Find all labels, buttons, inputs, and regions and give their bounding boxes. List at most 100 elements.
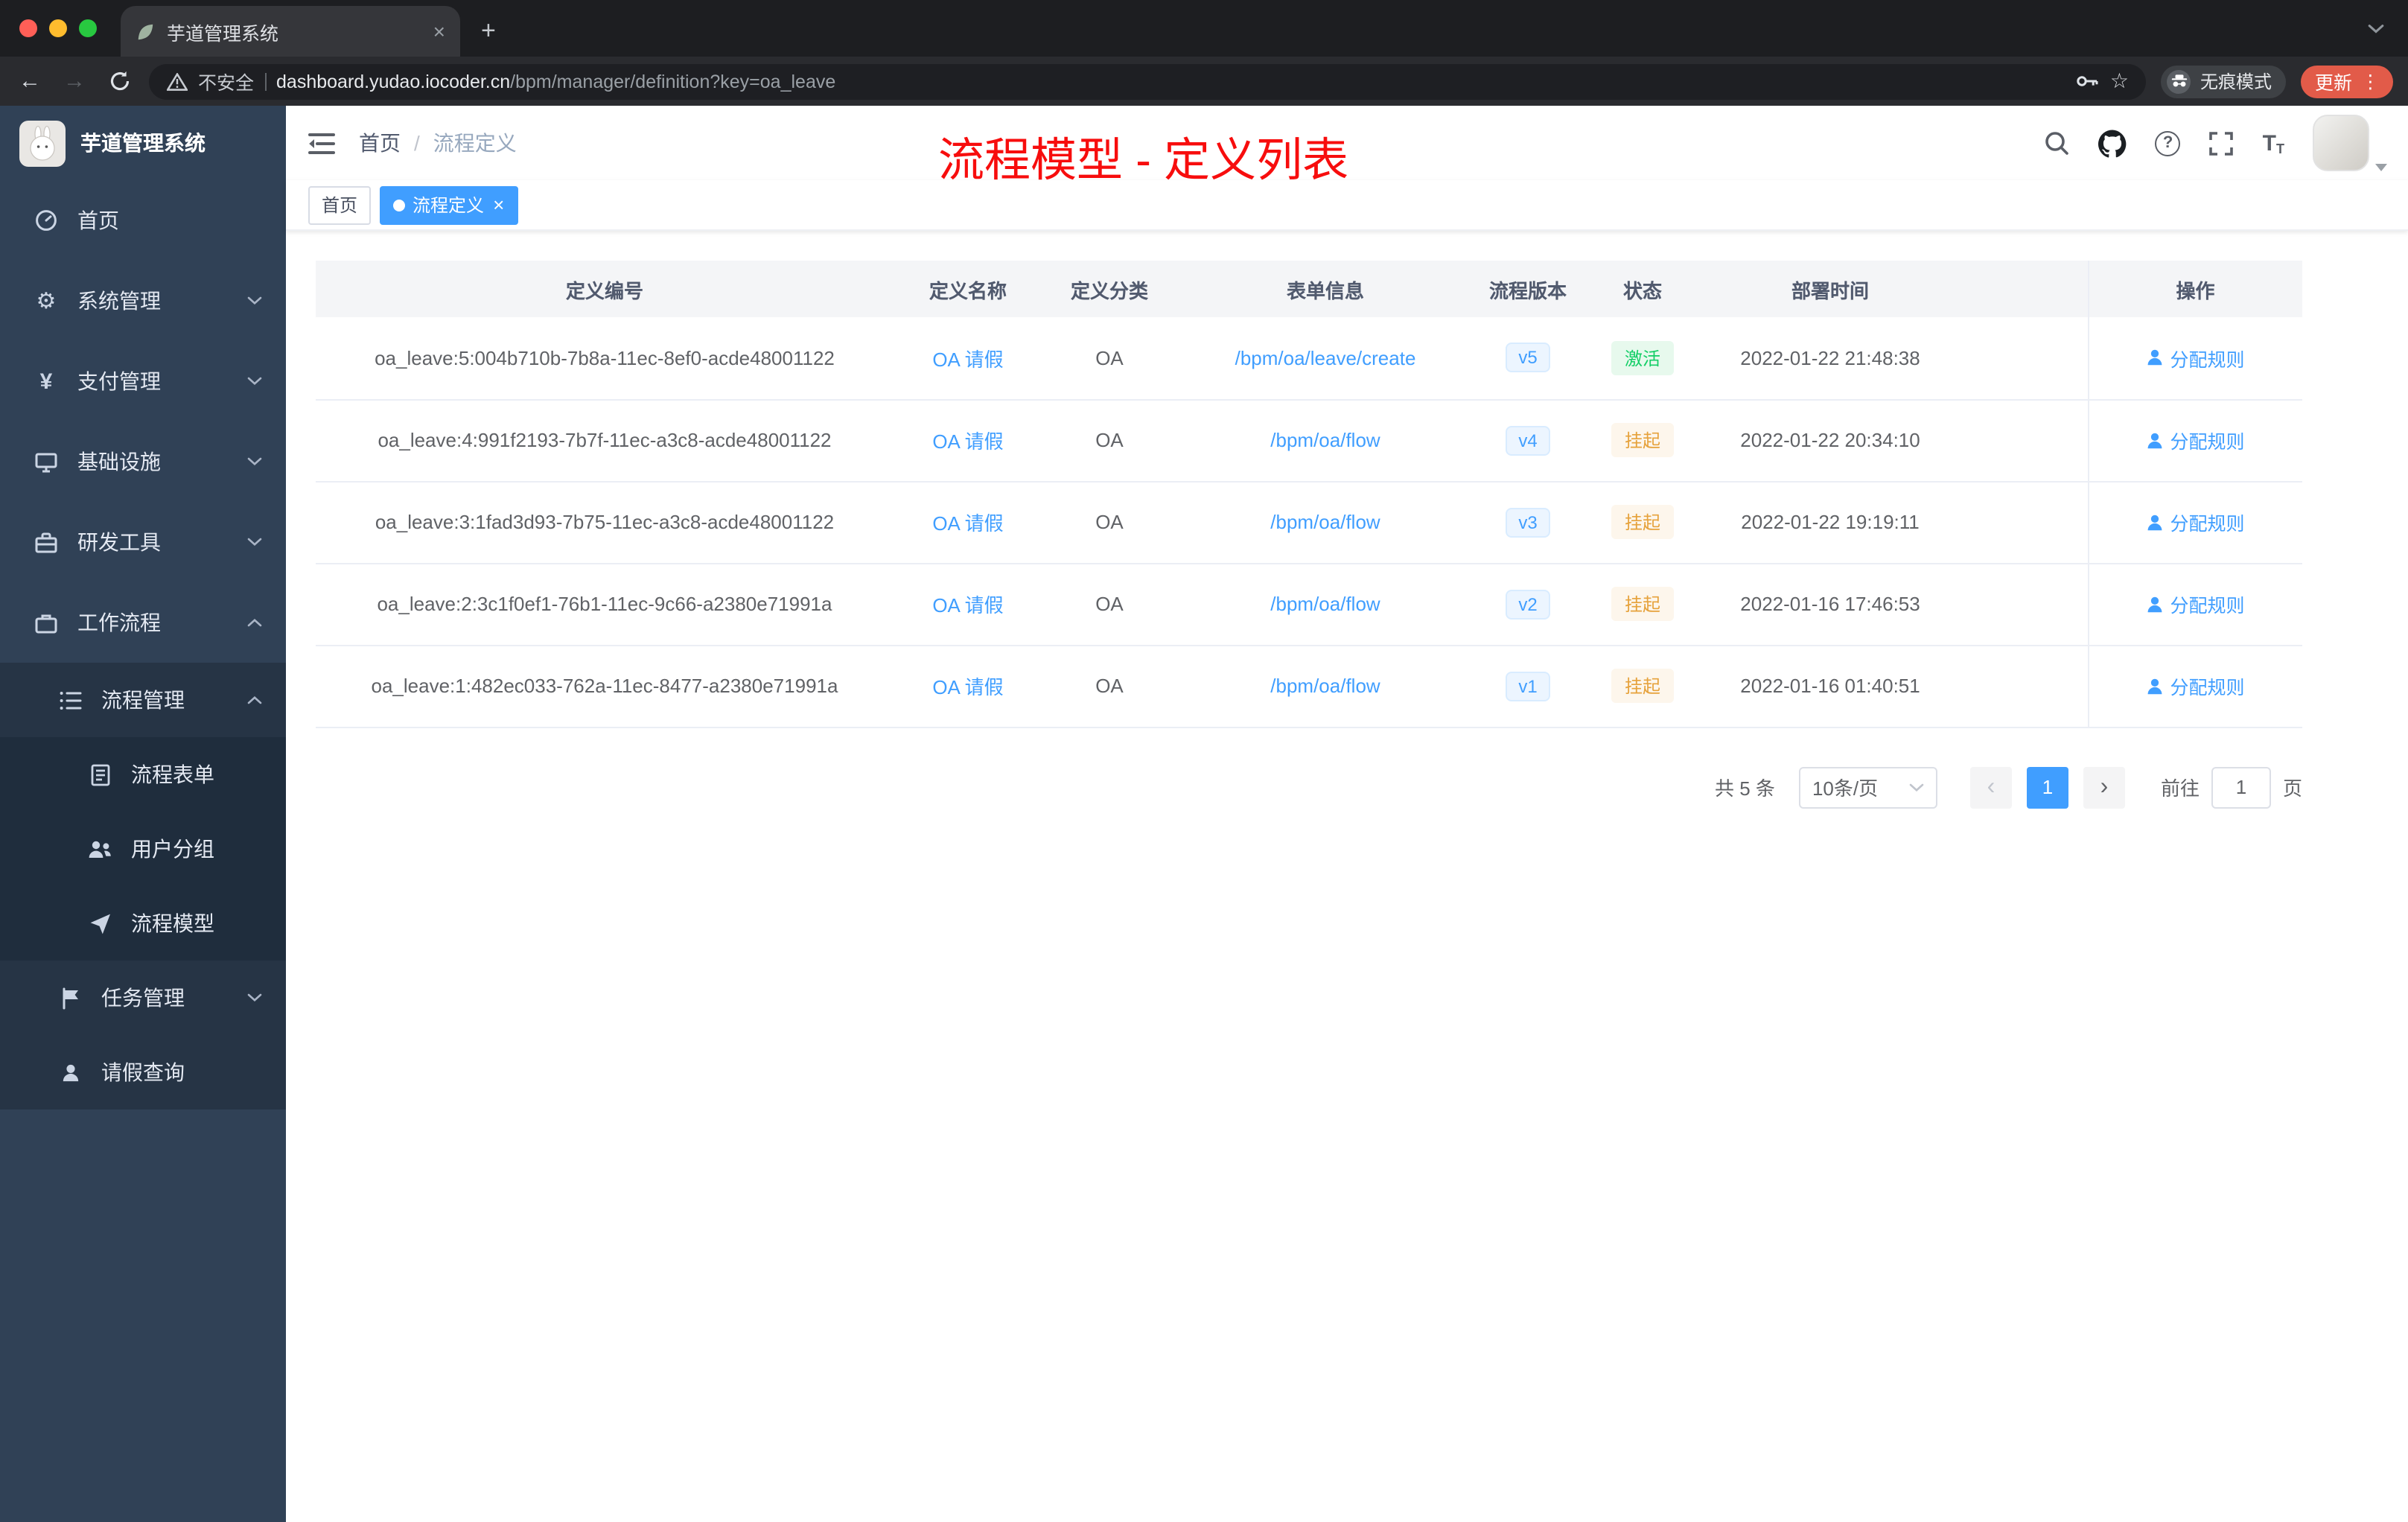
assign-rule-button[interactable]: 分配规则 (2146, 344, 2245, 372)
sidebar-item-home[interactable]: 首页 (0, 180, 286, 261)
incognito-icon (2167, 69, 2191, 93)
zoom-window-button[interactable] (79, 19, 97, 37)
search-icon[interactable] (2044, 130, 2071, 156)
new-tab-button[interactable]: + (481, 16, 496, 46)
assign-rule-button[interactable]: 分配规则 (2146, 672, 2245, 700)
chevron-down-icon (1909, 783, 1924, 792)
person-icon (2148, 514, 2162, 530)
definition-id: oa_leave:3:1fad3d93-7b75-11ec-a3c8-acde4… (316, 481, 894, 564)
status-badge: 挂起 (1611, 423, 1674, 457)
chevron-down-icon (247, 993, 262, 1002)
sidebar-item-user-group[interactable]: 用户分组 (0, 812, 286, 886)
fullscreen-icon[interactable] (2209, 130, 2235, 156)
workflow-submenu: 流程管理 流程表单 用户分组 流程模型 任务管理 请假查询 (0, 663, 286, 1109)
definition-name-link[interactable]: OA 请假 (932, 430, 1003, 453)
prev-page-button[interactable]: ‹ (1969, 766, 2012, 808)
col-spacer (1957, 261, 2088, 317)
user-menu[interactable] (2313, 115, 2387, 171)
sidebar-item-task-mgmt[interactable]: 任务管理 (0, 961, 286, 1035)
goto-page-input[interactable] (2211, 766, 2271, 808)
definition-name-link[interactable]: OA 请假 (932, 348, 1003, 371)
definition-id: oa_leave:5:004b710b-7b8a-11ec-8ef0-acde4… (316, 317, 894, 400)
status-badge: 挂起 (1611, 587, 1674, 621)
security-label[interactable]: 不安全 (198, 67, 254, 95)
form-link[interactable]: /bpm/oa/flow (1270, 511, 1380, 533)
browser-tab[interactable]: 芋道管理系统 × (121, 6, 460, 57)
dashboard-icon (33, 208, 60, 232)
sidebar-item-system[interactable]: ⚙ 系统管理 (0, 261, 286, 341)
bookmark-star-icon[interactable]: ☆ (2110, 69, 2129, 94)
main-area: 首页 / 流程定义 ? T T 首页 流程定义 × 定义编号 定义名称 定义分类… (286, 106, 2408, 1522)
chevron-down-icon (247, 296, 262, 305)
assign-rule-button[interactable]: 分配规则 (2146, 590, 2245, 618)
avatar[interactable] (2313, 115, 2369, 171)
sidebar-item-infra[interactable]: 基础设施 (0, 421, 286, 502)
window-controls (0, 19, 112, 37)
definition-name-link[interactable]: OA 请假 (932, 594, 1003, 617)
sidebar-item-workflow[interactable]: 工作流程 (0, 582, 286, 663)
key-icon[interactable] (2074, 69, 2100, 94)
sidebar-item-process-mgmt[interactable]: 流程管理 (0, 663, 286, 737)
document-icon (86, 763, 113, 786)
definition-category: OA (1042, 563, 1176, 646)
tabstrip-chevron-down-icon[interactable] (2368, 23, 2384, 34)
sidebar-item-payment[interactable]: ¥ 支付管理 (0, 341, 286, 421)
chevron-down-icon (247, 457, 262, 466)
close-window-button[interactable] (19, 19, 37, 37)
github-icon[interactable] (2098, 129, 2127, 157)
font-size-icon[interactable]: TT (2263, 130, 2284, 156)
table-row: oa_leave:5:004b710b-7b8a-11ec-8ef0-acde4… (316, 317, 2302, 400)
logo-avatar (19, 120, 66, 166)
col-status: 状态 (1582, 261, 1704, 317)
sidebar-item-process-form[interactable]: 流程表单 (0, 737, 286, 812)
address-bar[interactable]: 不安全 dashboard.yudao.iocoder.cn/bpm/manag… (149, 63, 2147, 99)
annotation-text: 流程模型 - 定义列表 (938, 134, 1349, 186)
menu-label: 研发工具 (77, 530, 161, 554)
sidebar-item-devtools[interactable]: 研发工具 (0, 502, 286, 582)
chevron-down-icon (247, 377, 262, 386)
form-link[interactable]: /bpm/oa/leave/create (1235, 347, 1416, 369)
definition-category: OA (1042, 317, 1176, 400)
table-row: oa_leave:3:1fad3d93-7b75-11ec-a3c8-acde4… (316, 481, 2302, 564)
chevron-up-icon (247, 618, 262, 627)
menu-kebab-icon[interactable]: ⋮ (2361, 70, 2380, 92)
menu-label: 工作流程 (77, 611, 161, 634)
total-count: 共 5 条 (1715, 777, 1775, 800)
app-logo[interactable]: 芋道管理系统 (0, 106, 286, 180)
page-size-select[interactable]: 10条/页 (1798, 766, 1937, 808)
sidebar-item-leave-query[interactable]: 请假查询 (0, 1035, 286, 1109)
page-number-current[interactable]: 1 (2026, 766, 2068, 808)
assign-rule-button[interactable]: 分配规则 (2146, 508, 2245, 536)
tag-close-icon[interactable]: × (493, 194, 504, 216)
tag-home[interactable]: 首页 (308, 185, 372, 224)
breadcrumb-separator: / (414, 131, 420, 155)
version-badge: v2 (1505, 589, 1551, 619)
collapse-sidebar-icon[interactable] (308, 132, 335, 154)
sidebar-menu: 首页 ⚙ 系统管理 ¥ 支付管理 基础设施 研发工具 工作流程 流程管理 流程表… (0, 180, 286, 1109)
update-button[interactable]: 更新 ⋮ (2301, 65, 2393, 98)
breadcrumb-home[interactable]: 首页 (359, 128, 401, 158)
definition-name-link[interactable]: OA 请假 (932, 676, 1003, 698)
table-row: oa_leave:2:3c1f0ef1-76b1-11ec-9c66-a2380… (316, 563, 2302, 646)
paper-plane-icon (86, 912, 113, 934)
assign-rule-button[interactable]: 分配规则 (2146, 426, 2245, 454)
help-icon[interactable]: ? (2155, 130, 2181, 156)
definition-category: OA (1042, 645, 1176, 727)
back-button[interactable]: ← (15, 69, 45, 94)
tab-close-icon[interactable]: × (433, 19, 445, 43)
brand-title: 芋道管理系统 (80, 131, 206, 155)
form-link[interactable]: /bpm/oa/flow (1270, 675, 1380, 697)
sidebar-item-process-model[interactable]: 流程模型 (0, 886, 286, 961)
form-link[interactable]: /bpm/oa/flow (1270, 429, 1380, 451)
table-row: oa_leave:4:991f2193-7b7f-11ec-a3c8-acde4… (316, 399, 2302, 482)
reload-button[interactable] (104, 70, 134, 92)
form-link[interactable]: /bpm/oa/flow (1270, 593, 1380, 615)
forward-button[interactable]: → (60, 69, 89, 94)
next-page-button[interactable]: › (2083, 766, 2125, 808)
tag-process-definition[interactable]: 流程定义 × (380, 185, 518, 224)
url-text: dashboard.yudao.iocoder.cn/bpm/manager/d… (276, 71, 835, 92)
definition-name-link[interactable]: OA 请假 (932, 512, 1003, 535)
person-icon (2148, 350, 2162, 366)
minimize-window-button[interactable] (49, 19, 67, 37)
menu-label: 系统管理 (77, 289, 161, 313)
